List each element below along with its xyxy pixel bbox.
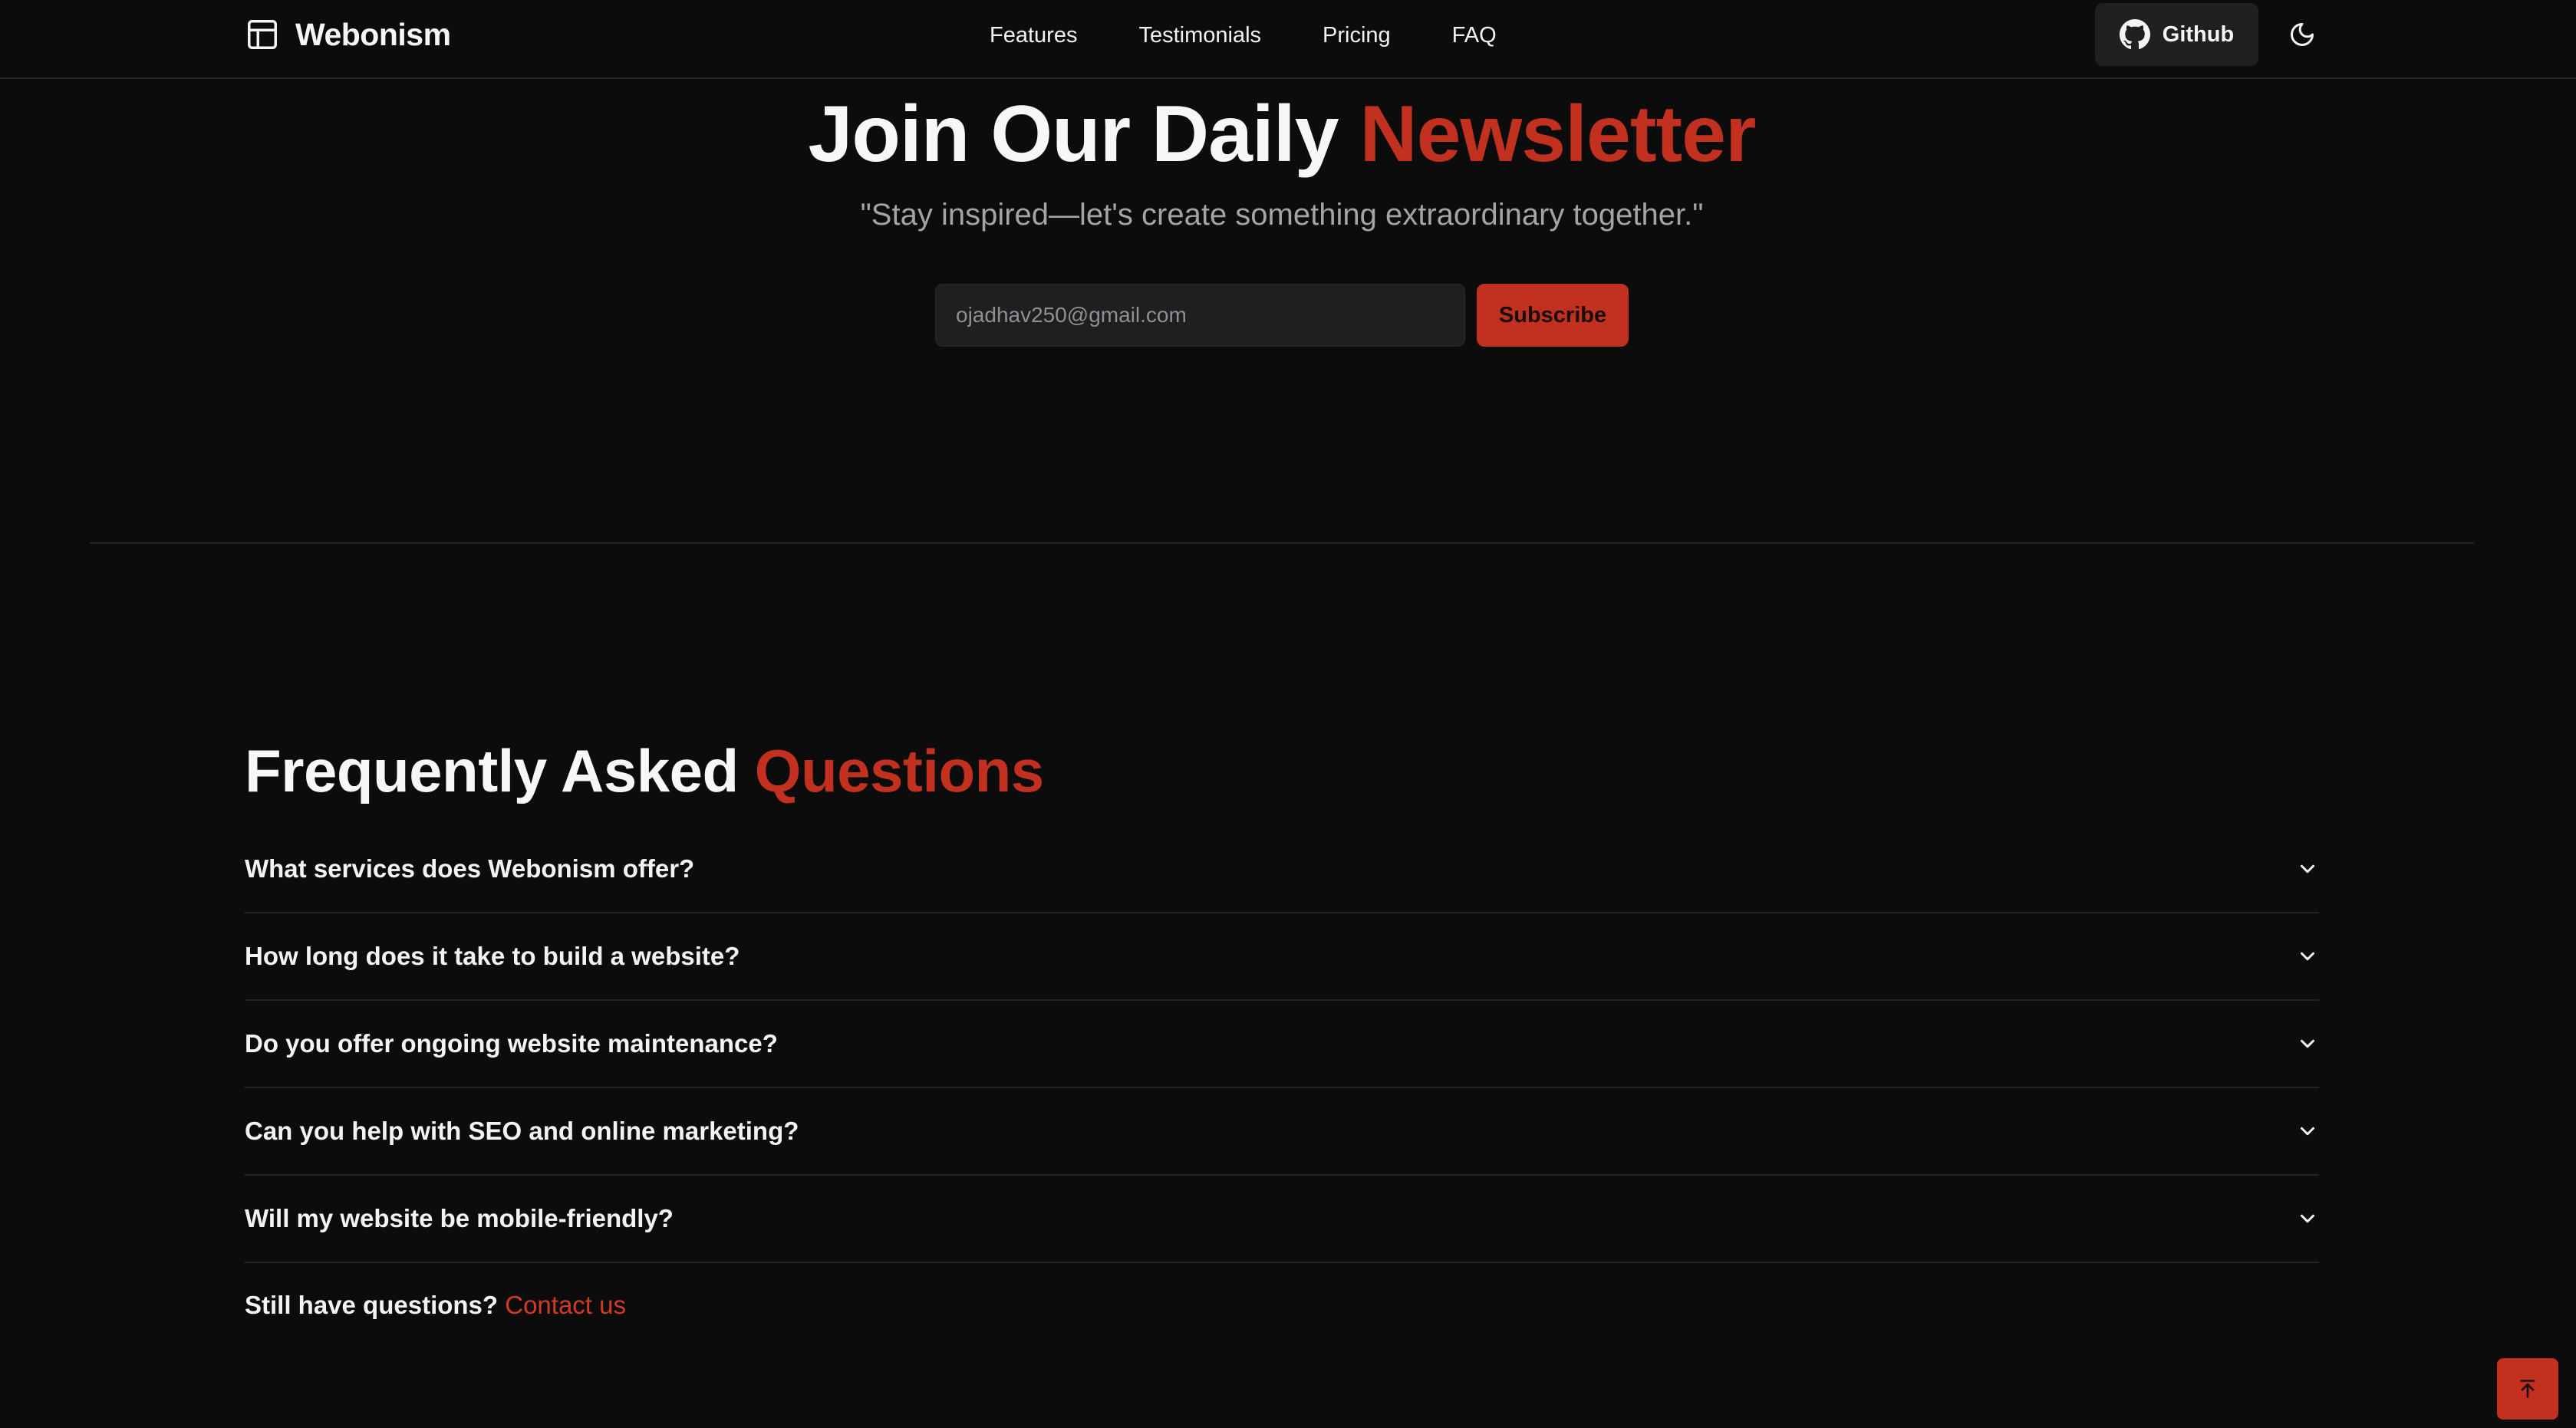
brand-logo-link[interactable]: Webonism	[245, 12, 451, 57]
nav-link-features[interactable]: Features	[990, 23, 1077, 48]
moon-icon	[2291, 23, 2314, 46]
nav-link-faq[interactable]: FAQ	[1452, 23, 1497, 48]
faq-item[interactable]: Can you help with SEO and online marketi…	[245, 1088, 2319, 1176]
faq-footer-text: Still have questions?	[245, 1291, 499, 1319]
faq-item[interactable]: How long does it take to build a website…	[245, 913, 2319, 1001]
newsletter-title: Join Our Daily Newsletter	[0, 84, 2564, 184]
chevron-down-icon	[2301, 864, 2314, 874]
nav-link-pricing[interactable]: Pricing	[1323, 23, 1391, 48]
faq-question: Will my website be mobile-friendly?	[245, 1204, 674, 1232]
layout-panel-icon	[248, 20, 277, 49]
faq-footer: Still have questions? Contact us	[245, 1282, 626, 1328]
theme-toggle-button[interactable]	[2271, 3, 2334, 66]
brand-name: Webonism	[295, 16, 451, 52]
github-icon	[2119, 19, 2150, 50]
faq-title-accent: Questions	[754, 737, 1044, 804]
chevron-down-icon	[2301, 1039, 2314, 1048]
site-header: Webonism Features Testimonials Pricing F…	[0, 0, 2576, 79]
faq-title: Frequently Asked Questions	[245, 732, 1044, 809]
chevron-down-icon	[2301, 952, 2314, 961]
nav-link-testimonials[interactable]: Testimonials	[1138, 23, 1261, 48]
faq-question: Can you help with SEO and online marketi…	[245, 1117, 799, 1145]
newsletter-title-main: Join Our Daily	[808, 90, 1339, 179]
faq-item[interactable]: What services does Webonism offer?	[245, 826, 2319, 913]
github-label: Github	[2162, 21, 2235, 47]
arrow-up-to-line-icon	[2520, 1380, 2535, 1398]
scroll-to-top-button[interactable]	[2497, 1358, 2558, 1420]
newsletter-title-accent: Newsletter	[1359, 90, 1756, 179]
main-nav: Features Testimonials Pricing FAQ	[990, 15, 1497, 55]
faq-accordion: What services does Webonism offer? How l…	[245, 826, 2319, 1263]
faq-title-main: Frequently Asked	[245, 737, 739, 804]
email-input[interactable]	[935, 284, 1465, 347]
contact-us-link[interactable]: Contact us	[505, 1291, 626, 1319]
newsletter-subtitle: "Stay inspired—let's create something ex…	[860, 198, 1704, 232]
chevron-down-icon	[2301, 1214, 2314, 1223]
github-button[interactable]: Github	[2095, 3, 2258, 66]
faq-question: What services does Webonism offer?	[245, 854, 695, 883]
section-divider	[90, 542, 2474, 544]
faq-item[interactable]: Will my website be mobile-friendly?	[245, 1176, 2319, 1263]
faq-question: Do you offer ongoing website maintenance…	[245, 1029, 778, 1058]
chevron-down-icon	[2301, 1127, 2314, 1136]
faq-question: How long does it take to build a website…	[245, 942, 740, 970]
subscribe-button[interactable]: Subscribe	[1477, 284, 1629, 347]
faq-item[interactable]: Do you offer ongoing website maintenance…	[245, 1001, 2319, 1088]
